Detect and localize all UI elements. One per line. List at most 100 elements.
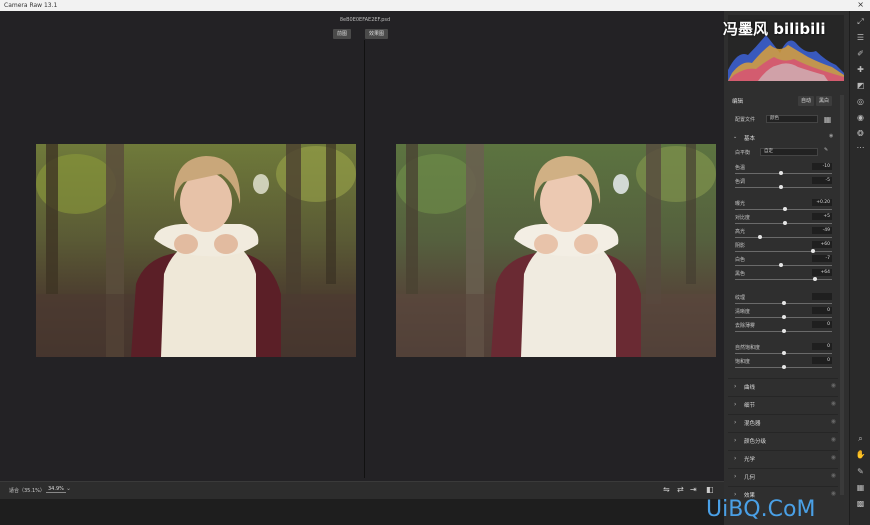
- edit-sliders-icon[interactable]: ☰: [855, 33, 866, 42]
- slider-knob[interactable]: [781, 351, 786, 355]
- slider-value-field[interactable]: -49: [812, 227, 832, 234]
- slider-value-field[interactable]: +5: [812, 213, 832, 220]
- visibility-icon[interactable]: ◉: [829, 133, 833, 139]
- white-balance-label: 白平衡: [735, 150, 751, 156]
- close-icon[interactable]: ×: [857, 0, 864, 9]
- slider-value-field[interactable]: -7: [812, 255, 832, 262]
- slider-knob[interactable]: [778, 263, 783, 267]
- visibility-icon[interactable]: ◉: [831, 490, 836, 497]
- more-icon[interactable]: ⋯: [855, 143, 866, 152]
- slider-label: 曝光: [735, 201, 746, 207]
- zoom-icon[interactable]: ⌕: [855, 434, 866, 444]
- slider-track[interactable]: [735, 171, 832, 175]
- swap-icon[interactable]: ⇄: [677, 485, 684, 494]
- expand-icon[interactable]: ⤢: [855, 17, 866, 27]
- slider-value-field[interactable]: 0: [812, 321, 832, 328]
- slider-value-field[interactable]: +0.20: [812, 199, 832, 206]
- slider-knob[interactable]: [778, 185, 783, 189]
- chevron-right-icon[interactable]: ›: [734, 437, 736, 444]
- chevron-right-icon[interactable]: ›: [734, 383, 736, 390]
- grid-icon[interactable]: ▩: [855, 499, 866, 508]
- slider-track[interactable]: [735, 351, 832, 355]
- slider-track[interactable]: [735, 315, 832, 319]
- slider-track[interactable]: [735, 365, 832, 369]
- slider-value-field[interactable]: [812, 293, 832, 300]
- section-header[interactable]: › 光学 ◉: [728, 450, 838, 466]
- slider-track[interactable]: [735, 301, 832, 305]
- copy-settings-icon[interactable]: ⇥: [690, 485, 697, 494]
- white-balance-select[interactable]: 自定: [760, 148, 818, 156]
- slider-value-field[interactable]: 0: [812, 307, 832, 314]
- window-title: Camera Raw 13.1: [4, 2, 58, 9]
- slider-track[interactable]: [735, 207, 832, 211]
- slider-knob[interactable]: [781, 315, 786, 319]
- hand-icon[interactable]: ✋: [855, 450, 866, 459]
- slider-track[interactable]: [735, 277, 832, 281]
- visibility-icon[interactable]: ◉: [831, 382, 836, 389]
- basic-section-title[interactable]: 基本: [744, 134, 755, 142]
- compare-view-icon[interactable]: ⇋: [663, 485, 670, 494]
- crop-icon[interactable]: ◩: [855, 81, 866, 90]
- heal-icon[interactable]: ✚: [855, 65, 866, 74]
- slider-label: 饱和度: [735, 359, 751, 365]
- profile-browser-icon[interactable]: ▦: [822, 115, 833, 124]
- section-header[interactable]: › 混色器 ◉: [728, 414, 838, 430]
- chevron-right-icon[interactable]: ›: [734, 473, 736, 480]
- slider-knob[interactable]: [812, 277, 817, 281]
- profile-label: 配置文件: [735, 117, 756, 123]
- slider-track[interactable]: [735, 221, 832, 225]
- profile-select[interactable]: 颜色: [766, 115, 818, 123]
- panel-scrollbar[interactable]: [840, 95, 844, 495]
- slider-track[interactable]: [735, 185, 832, 189]
- visibility-icon[interactable]: ◉: [831, 400, 836, 407]
- chevron-down-icon[interactable]: ⌄: [733, 134, 737, 140]
- section-header[interactable]: › 颜色分级 ◉: [728, 432, 838, 448]
- split-view-icon[interactable]: ◧: [706, 485, 714, 494]
- black-white-button[interactable]: 黑白: [816, 96, 833, 106]
- slider-label: 自然饱和度: [735, 345, 761, 351]
- slider-value-field[interactable]: +64: [812, 269, 832, 276]
- slider-knob[interactable]: [778, 171, 783, 175]
- auto-button[interactable]: 自动: [798, 96, 815, 106]
- slider-track[interactable]: [735, 263, 832, 267]
- slider-knob[interactable]: [781, 329, 786, 333]
- slider-value-field[interactable]: -10: [812, 163, 832, 170]
- status-area: [0, 499, 724, 525]
- slider-knob[interactable]: [781, 301, 786, 305]
- zoom-value[interactable]: 34.9%: [46, 486, 66, 493]
- section-label: 曲线: [744, 385, 756, 391]
- watermark-bottom: UiBQ.CoM: [706, 497, 816, 522]
- visibility-icon[interactable]: ◉: [831, 436, 836, 443]
- after-view-button[interactable]: 效果图: [365, 29, 389, 39]
- section-header[interactable]: › 曲线 ◉: [728, 378, 838, 394]
- section-header[interactable]: › 几何 ◉: [728, 468, 838, 484]
- slider-track[interactable]: [735, 249, 832, 253]
- visibility-icon[interactable]: ◉: [831, 454, 836, 461]
- chevron-right-icon[interactable]: ›: [734, 401, 736, 408]
- presets-icon[interactable]: ❂: [855, 129, 866, 138]
- zoom-fit-label[interactable]: 适合（35.1%）: [9, 487, 45, 494]
- visibility-icon[interactable]: ◉: [831, 472, 836, 479]
- slider-track[interactable]: [735, 329, 832, 333]
- overlay-icon[interactable]: ▦: [855, 483, 866, 492]
- section-header[interactable]: › 细节 ◉: [728, 396, 838, 412]
- eyedropper-icon[interactable]: ✎: [824, 147, 828, 153]
- redeye-icon[interactable]: ◉: [855, 113, 866, 122]
- section-label: 光学: [744, 457, 756, 463]
- brush-icon[interactable]: ✐: [855, 49, 866, 58]
- slider-value-field[interactable]: 0: [812, 343, 832, 350]
- slider-knob[interactable]: [810, 249, 815, 253]
- slider-value-field[interactable]: +60: [812, 241, 832, 248]
- before-view-button[interactable]: 前图: [333, 29, 352, 39]
- visibility-icon[interactable]: ◉: [831, 418, 836, 425]
- chevron-right-icon[interactable]: ›: [734, 419, 736, 426]
- slider-value-field[interactable]: -5: [812, 177, 832, 184]
- color-sampler-icon[interactable]: ✎: [855, 467, 866, 476]
- chevron-right-icon[interactable]: ›: [734, 455, 736, 462]
- slider-knob[interactable]: [781, 365, 786, 369]
- slider-value-field[interactable]: 0: [812, 357, 832, 364]
- chevron-down-icon[interactable]: ⌄: [66, 485, 71, 492]
- slider-track[interactable]: [735, 235, 832, 239]
- slider-label: 高光: [735, 229, 746, 235]
- mask-icon[interactable]: ◎: [855, 97, 866, 106]
